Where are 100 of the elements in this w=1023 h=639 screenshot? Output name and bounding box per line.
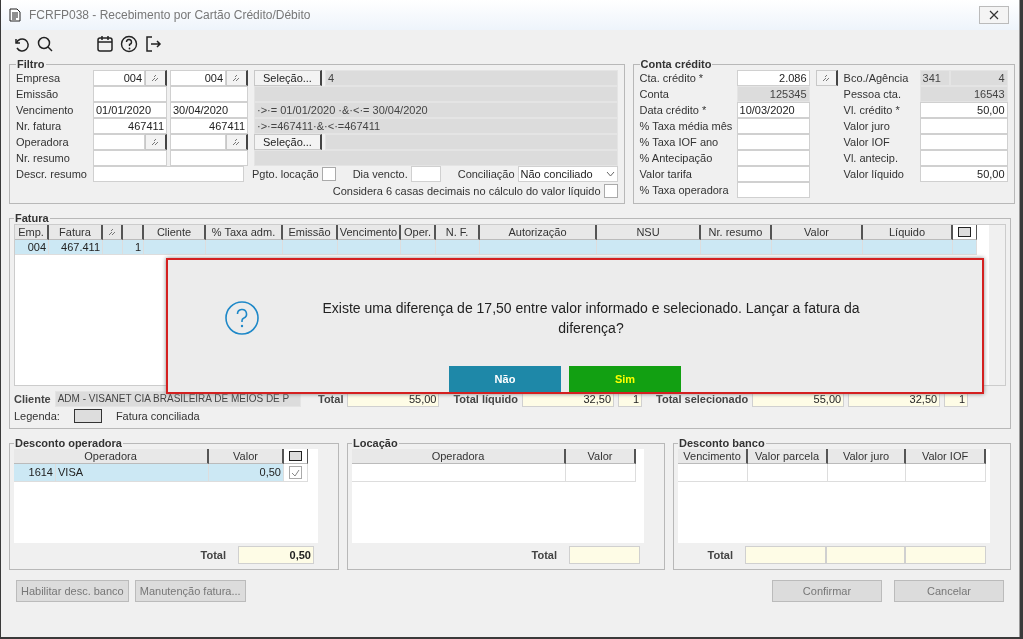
column-header[interactable]: Autorização	[480, 225, 597, 240]
input-field[interactable]: 125345	[736, 86, 810, 102]
dots-icon	[151, 138, 160, 146]
input-field[interactable]: 467411	[170, 118, 248, 134]
input-field[interactable]	[919, 150, 1008, 166]
options-button[interactable]	[953, 225, 977, 240]
input-field[interactable]: 4	[949, 70, 1008, 86]
field-label: Valor tarifa	[639, 167, 693, 182]
table-row[interactable]: 004 467.411 1	[15, 240, 989, 255]
checkbox[interactable]	[321, 167, 336, 181]
input-field[interactable]: 004	[93, 70, 145, 86]
exit-button[interactable]	[143, 34, 163, 54]
column-header[interactable]: % Taxa adm.	[206, 225, 283, 240]
column-header[interactable]: N. F.	[436, 225, 480, 240]
input-field[interactable]: 2.086	[736, 70, 810, 86]
input-field[interactable]	[736, 134, 810, 150]
field-label: Nr. resumo	[16, 151, 71, 166]
field-label: Empresa	[16, 71, 62, 86]
selection-button[interactable]: Seleção...	[254, 134, 322, 150]
dropdown[interactable]: Não conciliado	[517, 166, 618, 182]
field-label: Descr. resumo	[16, 167, 88, 182]
column-header[interactable]: Valor	[772, 225, 863, 240]
input-field[interactable]: 467411	[93, 118, 167, 134]
summary-field[interactable]	[254, 150, 618, 166]
column-header[interactable]: Valor juro	[828, 449, 907, 464]
column-header[interactable]: Cliente	[144, 225, 206, 240]
input-field[interactable]: 01/01/2020	[93, 102, 167, 118]
input-field[interactable]: 50,00	[919, 102, 1008, 118]
input-field[interactable]	[745, 546, 826, 564]
input-field[interactable]: 10/03/2020	[736, 102, 810, 118]
group-title: Locação	[352, 437, 399, 449]
options-button[interactable]	[284, 449, 308, 464]
input-field[interactable]: 30/04/2020	[170, 102, 248, 118]
input-field[interactable]	[410, 166, 441, 182]
checkbox[interactable]	[603, 184, 618, 198]
calendar-button[interactable]	[95, 34, 115, 54]
undo-icon	[12, 35, 30, 53]
summary-field[interactable]: 4	[324, 70, 618, 86]
lookup-button[interactable]	[145, 134, 167, 150]
column-header[interactable]: Emissão	[283, 225, 338, 240]
help-button[interactable]	[119, 34, 139, 54]
column-header[interactable]: NSU	[597, 225, 701, 240]
column-header[interactable]: Valor IOF	[906, 449, 987, 464]
close-button[interactable]	[979, 6, 1009, 24]
column-header[interactable]: Operadora	[352, 449, 566, 464]
table-cell: 0,50	[209, 464, 284, 482]
search-button[interactable]	[35, 34, 55, 54]
summary-field[interactable]: ·>·= 01/01/2020 ·&·<·= 30/04/2020	[254, 102, 618, 118]
summary-field[interactable]	[254, 86, 618, 102]
checkbox[interactable]	[289, 466, 302, 479]
input-field[interactable]: 50,00	[919, 166, 1008, 182]
column-header[interactable]: Nr. resumo	[701, 225, 772, 240]
input-field[interactable]	[93, 86, 167, 102]
square-icon	[289, 451, 302, 461]
input-field[interactable]	[919, 118, 1008, 134]
input-field[interactable]: 0,50	[238, 546, 314, 564]
column-header[interactable]: Oper.	[401, 225, 436, 240]
column-header[interactable]: Operadora	[14, 449, 209, 464]
summary-field[interactable]: ·>·=467411·&·<·=467411	[254, 118, 618, 134]
input-field[interactable]: 16543	[919, 86, 1008, 102]
input-field[interactable]: 004	[170, 70, 226, 86]
column-header[interactable]: Valor	[209, 449, 284, 464]
input-field[interactable]	[905, 546, 986, 564]
calendar-icon	[96, 35, 114, 53]
column-header[interactable]	[103, 225, 123, 240]
scrollbar[interactable]	[989, 225, 1005, 385]
selection-button[interactable]: Seleção...	[254, 70, 322, 86]
input-field[interactable]: 341	[919, 70, 950, 86]
column-header[interactable]: Vencimento	[338, 225, 401, 240]
column-header[interactable]: Valor	[566, 449, 636, 464]
input-field[interactable]	[569, 546, 641, 564]
dialog-message: Existe uma diferença de 17,50 entre valor informado e selecionado. Lançar a fatura da diferença?	[321, 299, 861, 338]
column-header[interactable]: Fatura	[49, 225, 103, 240]
check-icon	[291, 468, 300, 477]
table-cell	[566, 464, 636, 482]
lookup-button[interactable]	[145, 70, 167, 86]
field-label: % Taxa operadora	[639, 183, 730, 198]
input-field[interactable]	[736, 118, 810, 134]
column-header[interactable]: Emp.	[15, 225, 49, 240]
input-field[interactable]	[93, 134, 145, 150]
column-header[interactable]: Valor parcela	[748, 449, 829, 464]
group-title: Desconto operadora	[14, 437, 123, 449]
lookup-button[interactable]	[226, 70, 248, 86]
column-header[interactable]: Vencimento	[678, 449, 749, 464]
input-field[interactable]	[170, 86, 248, 102]
input-field[interactable]	[826, 546, 905, 564]
input-field[interactable]	[170, 134, 226, 150]
input-field[interactable]	[93, 150, 167, 166]
input-field[interactable]	[736, 166, 810, 182]
input-field[interactable]	[170, 150, 248, 166]
input-field[interactable]	[736, 150, 810, 166]
lookup-button[interactable]	[815, 70, 838, 86]
input-field[interactable]	[736, 182, 810, 198]
field-label: Operadora	[16, 135, 70, 150]
no-button[interactable]: Não	[449, 366, 561, 392]
lookup-button[interactable]	[226, 134, 248, 150]
exit-icon	[144, 35, 162, 53]
input-field[interactable]	[919, 134, 1008, 150]
input-field[interactable]	[93, 166, 244, 182]
column-header[interactable]: Líquido	[863, 225, 953, 240]
